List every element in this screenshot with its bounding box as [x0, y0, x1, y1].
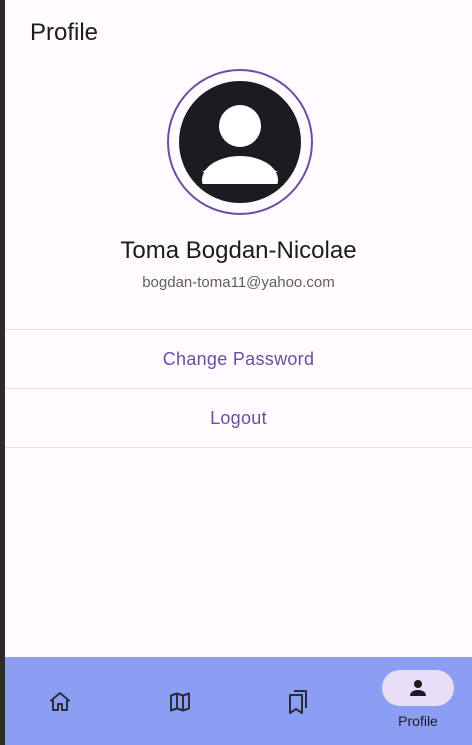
page-title: Profile	[30, 19, 99, 46]
nav-icon-container	[262, 684, 334, 720]
nav-item-profile[interactable]: Profile	[382, 657, 454, 745]
nav-icon-container	[24, 684, 96, 720]
nav-icon-container	[144, 684, 216, 720]
account-circle-icon	[179, 81, 301, 203]
bookmarks-icon	[289, 690, 307, 714]
map-icon	[170, 692, 190, 712]
bottom-navigation-bar: Profile	[5, 657, 472, 745]
nav-label-profile: Profile	[398, 713, 438, 729]
avatar	[167, 69, 313, 215]
nav-icon-container	[382, 670, 454, 706]
user-email: bogdan-toma11@yahoo.com	[142, 274, 335, 291]
nav-item-map[interactable]	[144, 657, 216, 745]
profile-screen: Profile Toma Bogdan-Nicolae bogdan-toma1…	[5, 0, 472, 745]
person-icon	[410, 680, 426, 696]
change-password-button[interactable]: Change Password	[5, 330, 472, 388]
user-name: Toma Bogdan-Nicolae	[120, 237, 357, 264]
divider	[5, 447, 472, 448]
logout-button[interactable]: Logout	[5, 389, 472, 447]
nav-item-bookmarks[interactable]	[262, 657, 334, 745]
nav-item-home[interactable]	[24, 657, 96, 745]
home-icon	[50, 692, 70, 711]
